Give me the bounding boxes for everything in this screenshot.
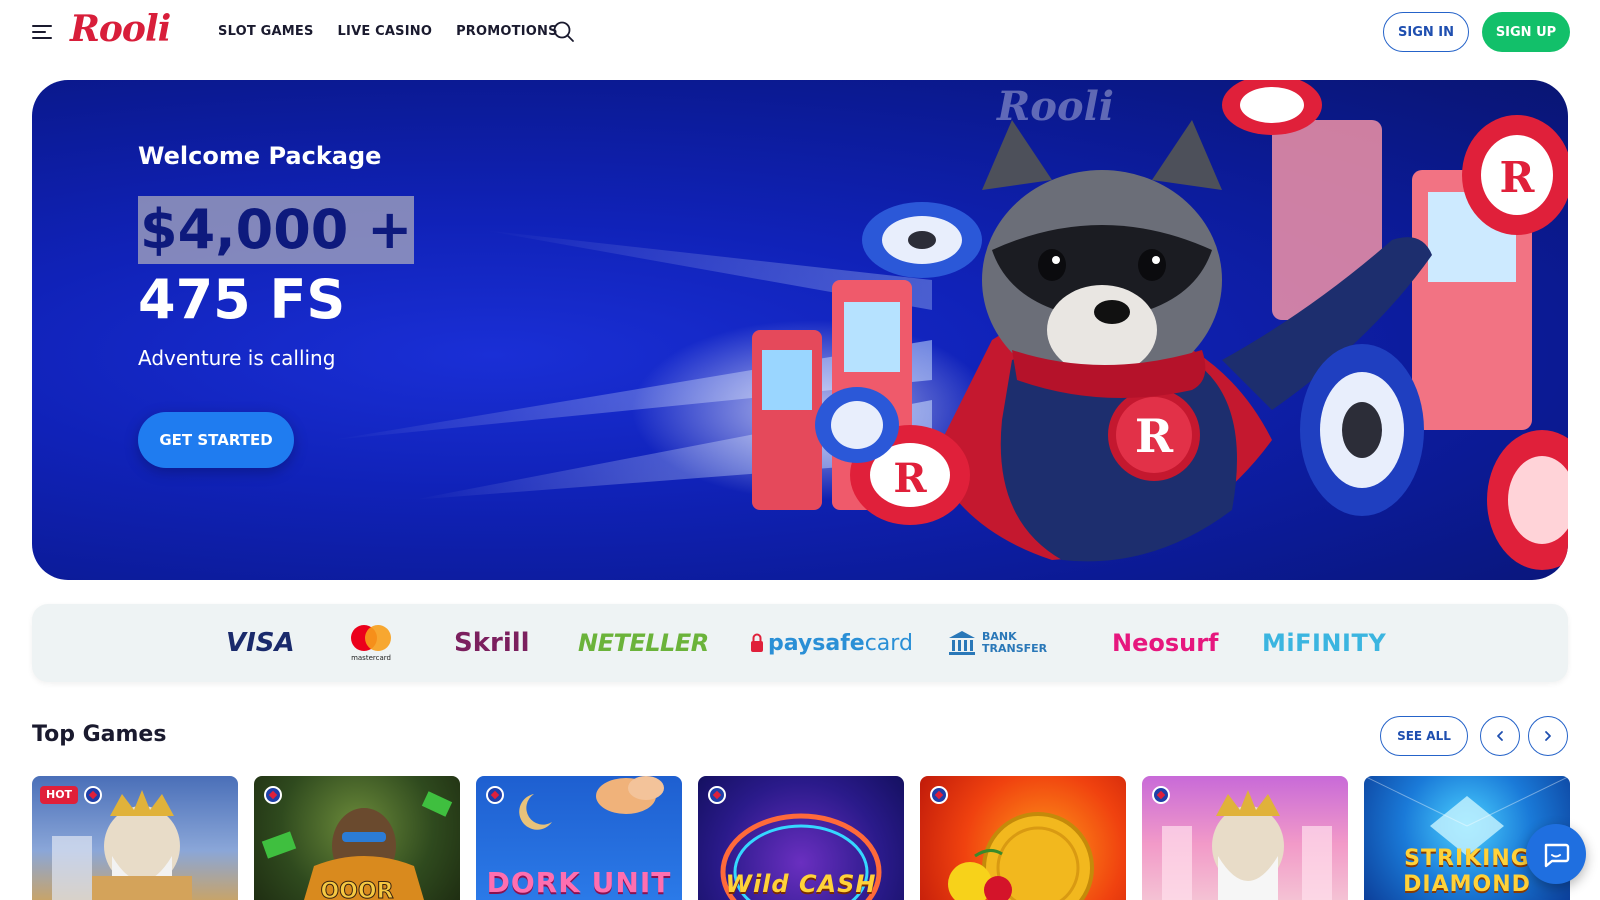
raccoon-hero-illustration: R R R Rooli xyxy=(752,80,1568,570)
carousel-next-button[interactable] xyxy=(1528,716,1568,756)
provider-chip-icon xyxy=(84,786,102,804)
game-card[interactable] xyxy=(920,776,1126,900)
game-title: Wild CASH xyxy=(725,870,877,898)
bank-icon xyxy=(949,631,975,655)
bank-transfer-logo: BANK TRANSFER xyxy=(948,604,1047,682)
game-card[interactable]: Wild CASH xyxy=(698,776,904,900)
bank-line2: TRANSFER xyxy=(982,642,1048,655)
game-card[interactable] xyxy=(1142,776,1348,900)
provider-chip-icon xyxy=(486,786,504,804)
provider-chip-icon xyxy=(930,786,948,804)
game-thumbnail xyxy=(1162,790,1332,900)
payment-methods-bar: VISA mastercard Skrill NETELLER paysafe c… xyxy=(32,604,1568,682)
nav-live-casino[interactable]: LIVE CASINO xyxy=(338,24,433,39)
visa-logo: VISA xyxy=(226,628,295,658)
provider-chip-icon xyxy=(708,786,726,804)
svg-text:R: R xyxy=(1135,409,1174,463)
svg-text:Rooli: Rooli xyxy=(996,83,1114,130)
svg-text:R: R xyxy=(1500,153,1536,202)
chevron-right-icon xyxy=(1545,731,1551,741)
mastercard-label: mastercard xyxy=(351,654,391,662)
game-title: DORK UNIT xyxy=(486,866,672,899)
hero-free-spins: 475 FS xyxy=(138,268,346,331)
game-thumbnail: OOOR xyxy=(261,791,453,900)
nav-slot-games[interactable]: SLOT GAMES xyxy=(218,24,314,39)
paysafe-card-text: card xyxy=(864,630,913,656)
svg-text:R: R xyxy=(893,455,927,502)
top-games-carousel: HOT OOOR DORK UNIT Wild CASH STRIKING DI… xyxy=(32,776,1600,900)
mastercard-circles-icon xyxy=(351,625,391,651)
skrill-logo: Skrill xyxy=(454,628,530,658)
hot-badge: HOT xyxy=(40,786,79,804)
hero-banner[interactable]: R R R Rooli Welcome Package $4,000 + 475… xyxy=(32,80,1568,580)
neosurf-logo: Neosurf xyxy=(1112,629,1219,657)
neteller-logo: NETELLER xyxy=(578,629,709,657)
sign-in-button[interactable]: SIGN IN xyxy=(1383,12,1469,52)
svg-text:OOOR: OOOR xyxy=(320,879,393,900)
hero-bonus-amount: $4,000 + xyxy=(138,196,415,264)
chat-bubble-icon xyxy=(1544,843,1570,868)
rooli-logo[interactable]: Rooli xyxy=(70,8,171,50)
game-card[interactable]: DORK UNIT xyxy=(476,776,682,900)
padlock-icon xyxy=(751,633,763,652)
nav-promotions[interactable]: PROMOTIONS xyxy=(456,24,558,39)
top-games-title: Top Games xyxy=(32,722,167,747)
game-card[interactable]: OOOR xyxy=(254,776,460,900)
paysafecard-logo: paysafe card xyxy=(750,604,913,682)
live-chat-button[interactable] xyxy=(1526,824,1586,884)
mifinity-logo: MiFINITY xyxy=(1262,629,1387,657)
paysafe-text: paysafe xyxy=(768,630,865,656)
menu-icon[interactable] xyxy=(32,22,54,40)
hero-subtitle: Adventure is calling xyxy=(138,346,336,370)
main-nav: SLOT GAMES LIVE CASINO PROMOTIONS xyxy=(218,24,558,39)
game-thumbnail xyxy=(948,812,1094,900)
sign-up-button[interactable]: SIGN UP xyxy=(1482,12,1570,52)
top-header: Rooli SLOT GAMES LIVE CASINO PROMOTIONS … xyxy=(0,0,1600,64)
game-card[interactable]: HOT xyxy=(32,776,238,900)
get-started-button[interactable]: GET STARTED xyxy=(138,412,294,468)
hero-title: Welcome Package xyxy=(138,142,382,170)
chevron-left-icon xyxy=(1497,731,1503,741)
provider-chip-icon xyxy=(1152,786,1170,804)
search-icon[interactable] xyxy=(552,20,576,44)
mastercard-logo: mastercard xyxy=(348,604,394,682)
see-all-button[interactable]: SEE ALL xyxy=(1380,716,1468,756)
carousel-prev-button[interactable] xyxy=(1480,716,1520,756)
provider-chip-icon xyxy=(264,786,282,804)
